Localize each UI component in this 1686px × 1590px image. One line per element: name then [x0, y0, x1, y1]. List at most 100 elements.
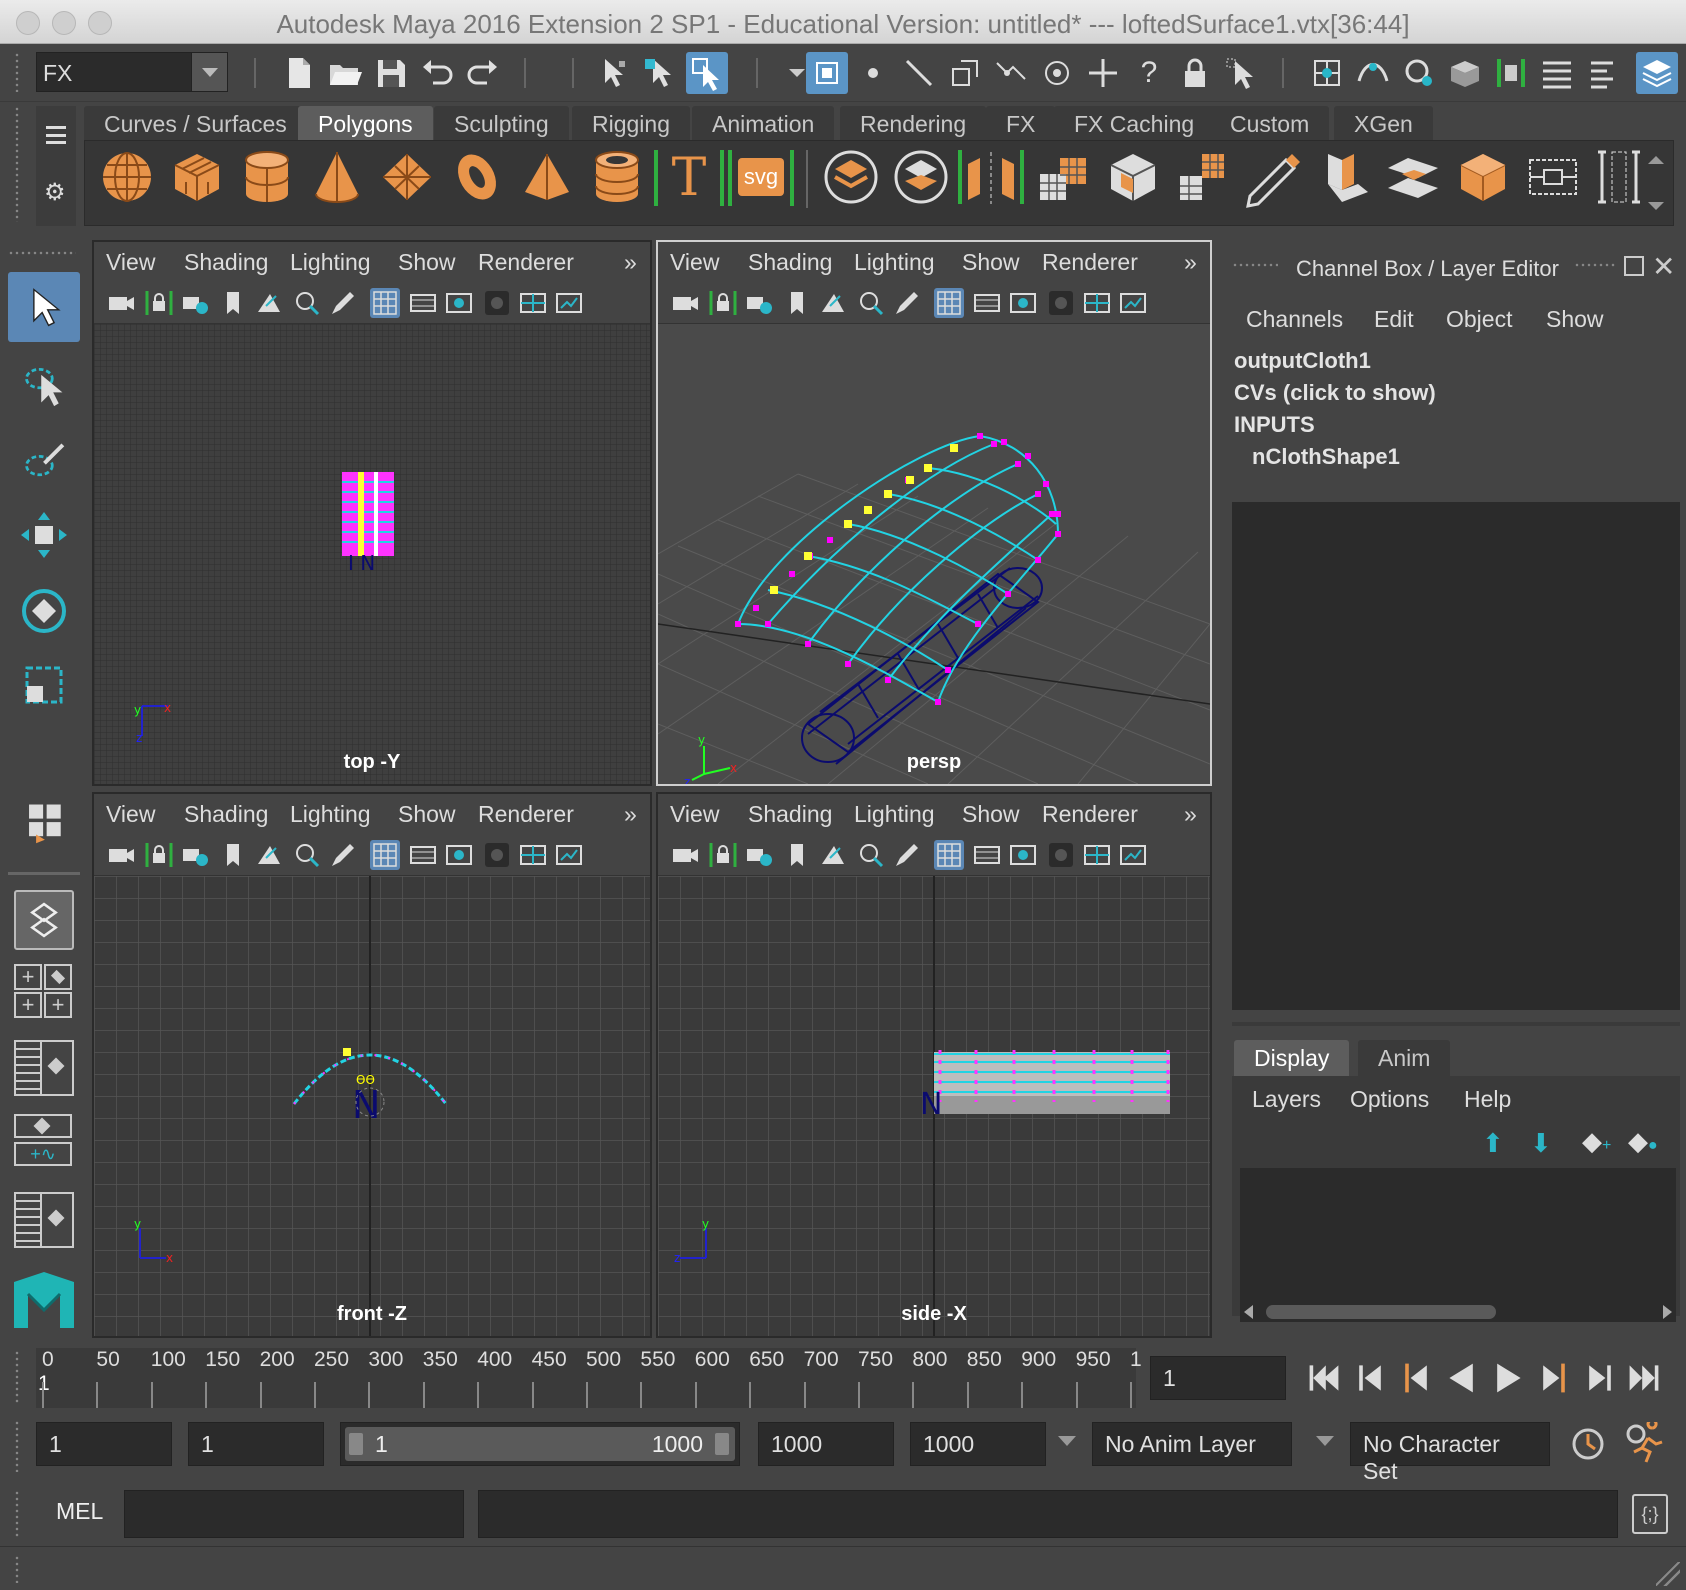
show-menu[interactable]: Show	[962, 249, 1020, 276]
step-back-key-icon[interactable]	[1396, 1358, 1436, 1398]
2d-pan-zoom-icon[interactable]	[856, 288, 886, 318]
drag-handle[interactable]	[1232, 262, 1278, 268]
highlight-selection-icon[interactable]	[1220, 52, 1262, 94]
drag-handle[interactable]	[14, 1350, 20, 1404]
view-menu[interactable]: View	[670, 249, 719, 276]
poke-face-icon[interactable]	[1524, 146, 1582, 208]
menu-set-dropdown[interactable]: FX	[36, 52, 228, 92]
grid-toggle-icon[interactable]	[934, 288, 964, 318]
lock-camera-icon[interactable]	[144, 840, 174, 870]
make-live-icon[interactable]	[1490, 52, 1532, 94]
poly-sphere-icon[interactable]	[98, 146, 156, 208]
image-plane-icon[interactable]	[818, 288, 848, 318]
bookmark-icon[interactable]	[782, 840, 812, 870]
chevron-down-icon[interactable]	[1058, 1436, 1076, 1446]
move-layer-down-icon[interactable]: ⬇	[1530, 1128, 1552, 1159]
tab-xgen[interactable]: XGen	[1334, 106, 1433, 142]
image-plane-icon[interactable]	[818, 840, 848, 870]
tab-rigging[interactable]: Rigging	[572, 106, 690, 142]
time-slider-track[interactable]: 1 0 50 100 150 200 250 300 350 400 450 500 550 600 65…	[36, 1348, 1142, 1408]
camera-icon[interactable]	[670, 840, 700, 870]
camera-attributes-icon[interactable]	[180, 288, 210, 318]
tab-custom[interactable]: Custom	[1210, 106, 1330, 142]
four-view-layout-icon[interactable]: + + +	[14, 964, 74, 1020]
shading-menu[interactable]: Shading	[184, 801, 268, 828]
new-scene-icon[interactable]	[278, 52, 320, 94]
float-panel-icon[interactable]	[1624, 256, 1644, 276]
poly-pyramid-icon[interactable]	[518, 146, 576, 208]
select-edge-icon[interactable]	[898, 52, 940, 94]
shading-menu[interactable]: Shading	[748, 249, 832, 276]
safe-action-icon[interactable]	[554, 288, 584, 318]
last-tool-icon[interactable]	[8, 788, 80, 858]
2d-pan-zoom-icon[interactable]	[292, 288, 322, 318]
drag-handle[interactable]	[14, 1490, 20, 1538]
select-object-icon[interactable]	[640, 52, 682, 94]
view-menu[interactable]: View	[670, 801, 719, 828]
shading-menu[interactable]: Shading	[748, 801, 832, 828]
poly-pipe-icon[interactable]	[588, 146, 646, 208]
camera-icon[interactable]	[670, 288, 700, 318]
renderer-menu[interactable]: Renderer	[478, 249, 574, 276]
gate-mask-icon[interactable]	[1046, 288, 1076, 318]
open-scene-icon[interactable]	[324, 52, 366, 94]
render-settings-icon[interactable]	[1636, 52, 1678, 94]
gate-mask-icon[interactable]	[1046, 840, 1076, 870]
resolution-gate-icon[interactable]	[1008, 840, 1038, 870]
scale-tool-icon[interactable]	[8, 650, 80, 720]
script-editor-icon[interactable]: {;}	[1632, 1494, 1668, 1534]
show-menu[interactable]: Show	[398, 801, 456, 828]
auto-key-icon[interactable]	[1568, 1424, 1608, 1464]
select-pivot-icon[interactable]	[1036, 52, 1078, 94]
viewport-persp[interactable]: View Shading Lighting Show Renderer» y x…	[656, 240, 1212, 786]
combine-icon[interactable]	[822, 146, 880, 208]
resolution-gate-icon[interactable]	[1008, 288, 1038, 318]
grease-pencil-icon[interactable]	[328, 840, 358, 870]
mirror-icon[interactable]	[956, 146, 1026, 208]
viewport-canvas[interactable]: ƟƟ N y x	[94, 876, 650, 1336]
drag-handle[interactable]	[8, 250, 76, 256]
select-face-icon[interactable]	[944, 52, 986, 94]
smooth-icon[interactable]	[1034, 146, 1092, 208]
lasso-tool-icon[interactable]	[8, 350, 80, 420]
snap-to-point-icon[interactable]	[1398, 52, 1440, 94]
lock-icon[interactable]	[1174, 52, 1216, 94]
viewport-front[interactable]: View Shading Lighting Show Renderer » ƟƟ N y …	[92, 792, 652, 1338]
tab-polygons[interactable]: Polygons	[298, 106, 433, 142]
gear-icon[interactable]: ⚙	[44, 178, 66, 207]
current-time-field[interactable]: 1	[1150, 1356, 1286, 1400]
grease-pencil-icon[interactable]	[892, 840, 922, 870]
renderer-menu[interactable]: Renderer	[1042, 249, 1138, 276]
gate-mask-icon[interactable]	[482, 288, 512, 318]
play-forwards-icon[interactable]	[1488, 1358, 1528, 1398]
playback-end-field[interactable]: 1000	[758, 1422, 894, 1466]
camera-icon[interactable]	[106, 288, 136, 318]
hypershade-layout-icon[interactable]	[14, 1192, 74, 1248]
gate-mask-icon[interactable]	[482, 840, 512, 870]
separate-icon[interactable]	[892, 146, 950, 208]
poly-cylinder-icon[interactable]	[238, 146, 296, 208]
object-name[interactable]: outputCloth1	[1234, 348, 1371, 374]
2d-pan-zoom-icon[interactable]	[292, 840, 322, 870]
tab-curves-surfaces[interactable]: Curves / Surfaces	[84, 106, 307, 142]
safe-action-icon[interactable]	[1118, 288, 1148, 318]
layer-list-scrollbar[interactable]	[1240, 1302, 1676, 1322]
shading-menu[interactable]: Shading	[184, 249, 268, 276]
poly-type-icon[interactable]: T	[654, 146, 724, 208]
film-gate-icon[interactable]	[408, 840, 438, 870]
field-chart-icon[interactable]	[1082, 288, 1112, 318]
rotate-tool-icon[interactable]	[8, 576, 80, 646]
drag-handle[interactable]	[1574, 262, 1616, 268]
drag-handle[interactable]	[14, 106, 20, 222]
help-menu[interactable]: Help	[1464, 1086, 1511, 1113]
show-menu[interactable]: Show	[1546, 306, 1604, 333]
more-menus-icon[interactable]: »	[1184, 249, 1197, 276]
2d-pan-zoom-icon[interactable]	[856, 840, 886, 870]
lighting-menu[interactable]: Lighting	[290, 249, 371, 276]
save-scene-icon[interactable]	[370, 52, 412, 94]
shelf-scroll-up[interactable]	[1648, 156, 1664, 164]
options-menu[interactable]: Options	[1350, 1086, 1429, 1113]
object-menu[interactable]: Object	[1446, 306, 1512, 333]
more-menus-icon[interactable]: »	[624, 801, 637, 828]
script-language-toggle[interactable]: MEL	[56, 1498, 103, 1525]
